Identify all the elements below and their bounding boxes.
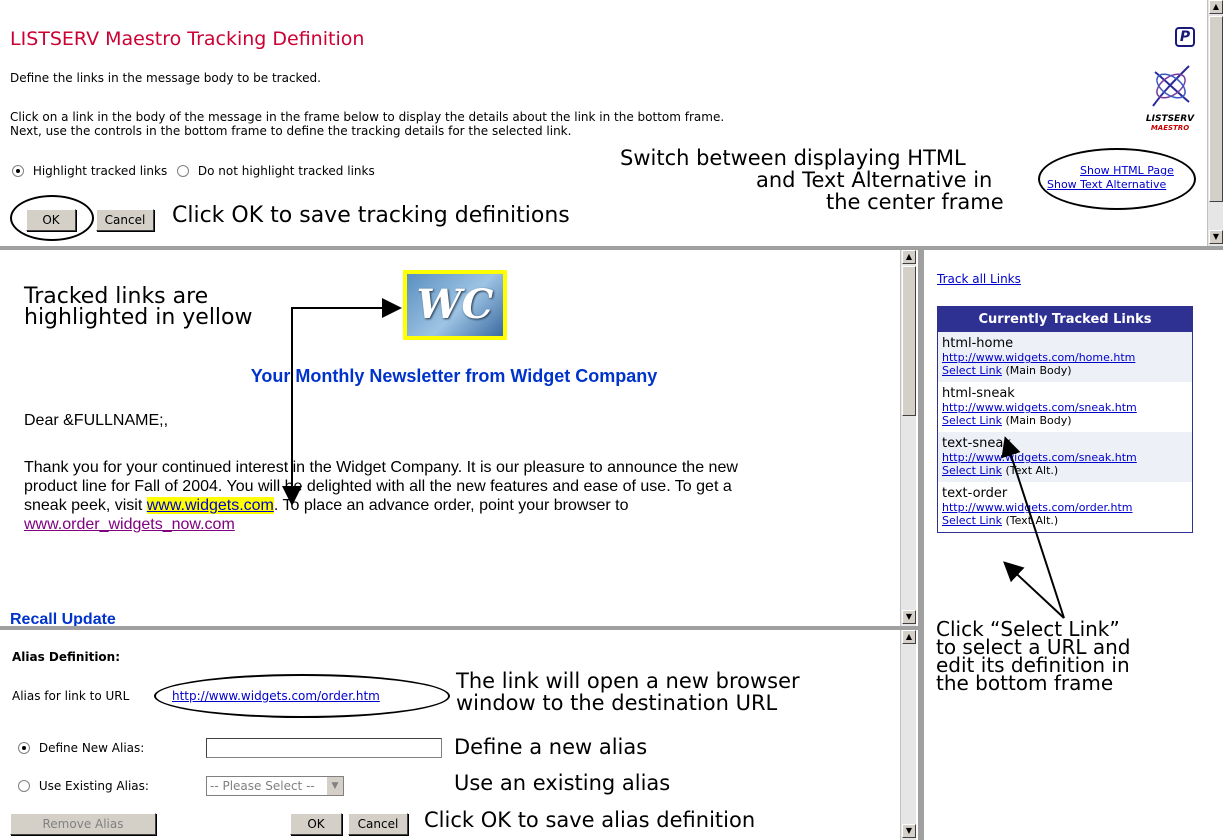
tracked-link-select-row: Select Link (Main Body)	[942, 364, 1188, 377]
tracked-link-item: html-sneak http://www.widgets.com/sneak.h…	[938, 382, 1192, 432]
chevron-down-icon[interactable]: ▼	[327, 777, 343, 795]
tracked-link-url[interactable]: http://www.widgets.com/sneak.htm	[942, 401, 1188, 414]
select-link[interactable]: Select Link	[942, 364, 1002, 377]
define-new-label: Define New Alias:	[38, 740, 145, 755]
existing-alias-select[interactable]: -- Please Select -- ▼	[206, 776, 344, 796]
alias-for-link-label: Alias for link to URL	[12, 689, 130, 703]
tracked-links-table: Currently Tracked Links html-home http://…	[937, 306, 1193, 533]
remove-alias-button[interactable]: Remove Alias	[10, 813, 156, 835]
define-new-radio[interactable]	[18, 741, 30, 754]
highlight-label: Highlight tracked links	[32, 163, 168, 178]
tracked-link-item: text-sneak http://www.widgets.com/sneak.h…	[938, 432, 1192, 482]
show-text-link[interactable]: Show Text Alternative	[1047, 178, 1166, 191]
new-alias-input[interactable]	[206, 738, 442, 758]
tracked-link-select-row: Select Link (Text Alt.)	[942, 464, 1188, 477]
scroll-up-icon[interactable]: ▲	[1209, 0, 1223, 14]
callout-click-ok: Click OK to save tracking definitions	[172, 203, 570, 228]
tracked-link-widgets[interactable]: www.widgets.com	[146, 497, 274, 514]
listserv-logo: LISTSERV MAESTRO	[1145, 62, 1195, 132]
show-html-link[interactable]: Show HTML Page	[1080, 164, 1174, 177]
tracked-link-name: html-home	[942, 336, 1014, 351]
alias-cancel-button[interactable]: Cancel	[348, 813, 408, 835]
order-link[interactable]: www.order_widgets_now.com	[24, 515, 235, 534]
callout-use-existing: Use an existing alias	[454, 771, 671, 795]
alias-scrollbar[interactable]: ▲ ▼	[900, 630, 916, 840]
tracked-link-name: text-sneak	[942, 436, 1011, 451]
callout-define-new: Define a new alias	[454, 735, 648, 759]
scroll-up-icon[interactable]: ▲	[902, 250, 916, 264]
callout-click-ok-alias: Click OK to save alias definition	[424, 808, 756, 832]
use-existing-row: Use Existing Alias:	[18, 778, 149, 793]
scroll-down-icon[interactable]: ▼	[902, 824, 916, 838]
tracked-link-name: text-order	[942, 486, 1008, 501]
ok-button[interactable]: OK	[26, 209, 76, 231]
top-frame: LISTSERV Maestro Tracking Definition P L…	[0, 0, 1223, 246]
message-scrollbar[interactable]: ▲ ▼	[900, 250, 916, 626]
tracked-link-url[interactable]: http://www.widgets.com/sneak.htm	[942, 451, 1188, 464]
tracked-link-item: html-home http://www.widgets.com/home.htm…	[938, 332, 1192, 382]
tracked-link-item: text-order http://www.widgets.com/order.h…	[938, 482, 1192, 532]
intro-text: Define the links in the message body to …	[10, 71, 321, 85]
callout-newwin-2: window to the destination URL	[456, 691, 778, 715]
alias-ok-button[interactable]: OK	[290, 813, 342, 835]
tracked-link-select-row: Select Link (Text Alt.)	[942, 514, 1188, 527]
callout-switch-1: Switch between displaying HTML	[620, 146, 966, 170]
tracked-links-header: Currently Tracked Links	[938, 307, 1192, 332]
tracked-link-select-row: Select Link (Main Body)	[942, 414, 1188, 427]
greeting: Dear &FULLNAME;,	[24, 412, 169, 429]
scroll-up-icon[interactable]: ▲	[902, 630, 916, 644]
callout-tracked-2: highlighted in yellow	[24, 305, 253, 330]
use-existing-label: Use Existing Alias:	[38, 778, 149, 793]
cancel-button[interactable]: Cancel	[96, 209, 154, 231]
callout-newwin-1: The link will open a new browser	[456, 669, 800, 693]
instruction-line-1: Click on a link in the body of the messa…	[10, 110, 725, 124]
alias-frame: Alias Definition: Alias for link to URL …	[0, 630, 918, 840]
body-line-1: Thank you for your continued interest in…	[24, 459, 738, 476]
tracked-links-list: html-home http://www.widgets.com/home.htm…	[938, 332, 1192, 532]
message-body: Thank you for your continued interest in…	[24, 458, 738, 534]
track-all-links[interactable]: Track all Links	[937, 272, 1021, 286]
recall-update-heading[interactable]: Recall Update	[10, 611, 116, 626]
wc-logo: WC	[403, 270, 507, 340]
maestro-swirl-icon	[1152, 65, 1190, 107]
select-link[interactable]: Select Link	[942, 414, 1002, 427]
logo-text-maestro: MAESTRO	[1150, 124, 1190, 132]
highlight-radio[interactable]	[12, 164, 24, 177]
callout-select-4: the bottom frame	[936, 671, 1114, 695]
no-highlight-label: Do not highlight tracked links	[197, 163, 375, 178]
scroll-thumb[interactable]	[1209, 16, 1223, 202]
scroll-down-icon[interactable]: ▼	[1209, 230, 1223, 244]
select-link[interactable]: Select Link	[942, 464, 1002, 477]
message-frame: WC Tracked links are highlighted in yell…	[0, 250, 918, 626]
page-title: LISTSERV Maestro Tracking Definition	[10, 28, 365, 50]
callout-switch-2: and Text Alternative in	[756, 168, 993, 192]
tracked-link-location: (Text Alt.)	[1001, 514, 1059, 527]
logo-text-listserv: LISTSERV	[1145, 114, 1195, 124]
use-existing-radio[interactable]	[18, 779, 30, 792]
alias-url-link[interactable]: http://www.widgets.com/order.htm	[172, 689, 380, 703]
instruction-line-2: Next, use the controls in the bottom fra…	[10, 124, 572, 138]
top-scrollbar[interactable]: ▲ ▼	[1207, 0, 1223, 246]
highlight-options: Highlight tracked links Do not highlight…	[12, 163, 375, 178]
scroll-down-icon[interactable]: ▼	[902, 610, 916, 624]
tracked-link-location: (Text Alt.)	[1001, 464, 1059, 477]
body-line-3: sneak peek, visit www.widgets.com. To pl…	[24, 497, 629, 514]
tracked-link-location: (Main Body)	[1001, 414, 1072, 427]
tracked-link-location: (Main Body)	[1001, 364, 1072, 377]
select-link[interactable]: Select Link	[942, 514, 1002, 527]
tracked-link-url[interactable]: http://www.widgets.com/order.htm	[942, 501, 1188, 514]
tracked-links-frame: Track all Links Currently Tracked Links …	[924, 250, 1223, 840]
help-icon[interactable]: P	[1175, 27, 1195, 47]
tracked-link-name: html-sneak	[942, 386, 1015, 401]
alias-heading: Alias Definition:	[12, 650, 121, 664]
body-line-2: product line for Fall of 2004. You will …	[24, 478, 732, 495]
define-new-row: Define New Alias:	[18, 740, 144, 755]
no-highlight-radio[interactable]	[177, 164, 190, 177]
newsletter-headline: Your Monthly Newsletter from Widget Comp…	[250, 366, 658, 386]
callout-switch-3: the center frame	[826, 190, 1004, 214]
scroll-thumb[interactable]	[902, 266, 916, 416]
tracked-link-url[interactable]: http://www.widgets.com/home.htm	[942, 351, 1188, 364]
